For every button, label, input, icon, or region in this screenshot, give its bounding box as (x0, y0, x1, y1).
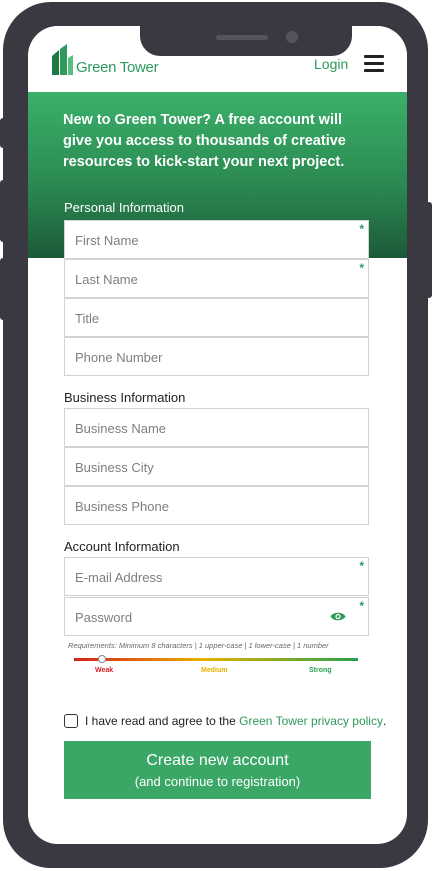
privacy-policy-link[interactable]: Green Tower privacy policy (239, 714, 383, 728)
phone-side-button (426, 202, 432, 298)
phone-side-button (0, 118, 6, 148)
password-strength-meter (74, 655, 358, 663)
section-label-business: Business Information (64, 390, 186, 405)
required-indicator: * (359, 559, 364, 573)
show-password-eye-icon[interactable] (330, 611, 346, 622)
consent-checkbox[interactable] (64, 714, 78, 728)
section-label-personal: Personal Information (64, 200, 184, 215)
hero-message: New to Green Tower? A free account will … (63, 112, 346, 170)
title-placeholder: Title (75, 311, 100, 326)
strength-label-weak: Weak (95, 667, 114, 674)
password-field[interactable]: Password * (64, 597, 369, 636)
create-account-button[interactable]: Create new account (and continue to regi… (64, 741, 371, 799)
first-name-placeholder: First Name (75, 233, 139, 248)
password-requirements: Requirements: Minimum 8 characters | 1 u… (68, 641, 329, 650)
business-phone-placeholder: Business Phone (75, 499, 169, 514)
required-indicator: * (359, 261, 364, 275)
tower-logo-icon (52, 44, 73, 75)
password-placeholder: Password (75, 610, 133, 625)
first-name-field[interactable]: First Name * (64, 220, 369, 259)
create-account-sublabel: (and continue to registration) (134, 774, 301, 789)
required-indicator: * (359, 599, 364, 613)
business-name-field[interactable]: Business Name (64, 408, 369, 447)
speaker-grille (216, 35, 268, 40)
title-field[interactable]: Title (64, 298, 369, 337)
create-account-label: Create new account (146, 752, 289, 769)
phone-screen: Green Tower Login New to Green Tower? A … (28, 26, 407, 844)
brand-logo[interactable]: Green Tower (50, 44, 159, 76)
phone-number-field[interactable]: Phone Number (64, 337, 369, 376)
last-name-placeholder: Last Name (75, 272, 138, 287)
login-link[interactable]: Login (314, 56, 348, 72)
business-city-field[interactable]: Business City (64, 447, 369, 486)
strength-label-strong: Strong (309, 667, 332, 674)
business-phone-field[interactable]: Business Phone (64, 486, 369, 525)
business-city-placeholder: Business City (75, 460, 154, 475)
strength-label-medium: Medium (201, 667, 228, 674)
camera-icon (286, 31, 298, 43)
section-label-account: Account Information (64, 539, 180, 554)
phone-number-placeholder: Phone Number (75, 350, 163, 365)
consent-text: I have read and agree to the (85, 714, 240, 728)
last-name-field[interactable]: Last Name * (64, 259, 369, 298)
consent-period: . (382, 714, 387, 728)
phone-notch (140, 26, 352, 56)
email-field[interactable]: E-mail Address * (64, 557, 369, 596)
privacy-consent: I have read and agree to the Green Tower… (64, 714, 386, 728)
required-indicator: * (359, 222, 364, 236)
phone-side-button (0, 258, 6, 320)
hamburger-menu-icon[interactable] (364, 55, 384, 72)
strength-indicator (98, 655, 107, 663)
logo-text: Green Tower (76, 59, 159, 76)
email-placeholder: E-mail Address (75, 570, 163, 585)
business-name-placeholder: Business Name (75, 421, 167, 436)
phone-side-button (0, 180, 6, 242)
